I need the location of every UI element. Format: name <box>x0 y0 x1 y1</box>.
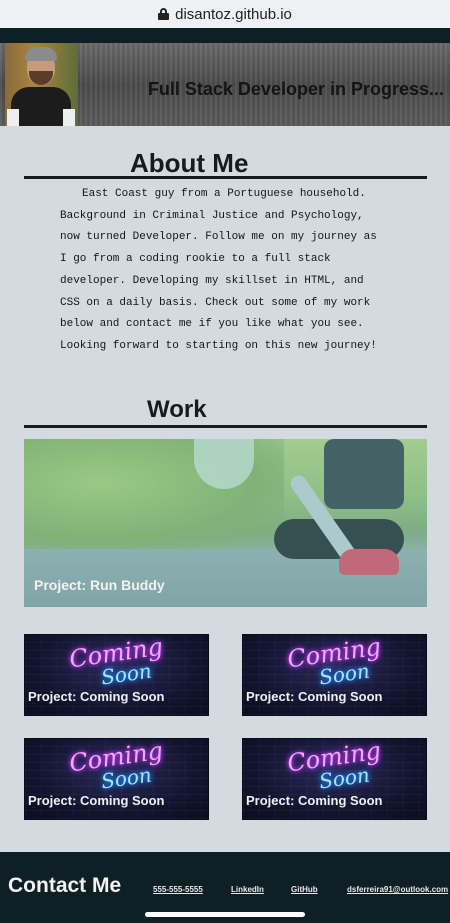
project-label: Project: Coming Soon <box>28 689 165 704</box>
work-divider <box>24 425 427 428</box>
lock-icon <box>158 8 170 20</box>
project-label: Project: Coming Soon <box>246 793 383 808</box>
github-link[interactable]: GitHub <box>291 885 318 894</box>
phone-link[interactable]: 555-555-5555 <box>153 885 203 894</box>
project-coming-soon-card[interactable]: Coming Soon Project: Coming Soon <box>24 738 209 820</box>
contact-heading: Contact Me <box>8 874 122 897</box>
profile-photo <box>5 43 78 126</box>
project-run-buddy-card[interactable]: Project: Run Buddy <box>24 439 427 607</box>
email-link[interactable]: dsferreira91@outlook.com <box>347 885 448 894</box>
about-paragraph: East Coast guy from a Portuguese househo… <box>60 188 377 352</box>
project-label: Project: Run Buddy <box>34 577 165 593</box>
site-title: Full Stack Developer in Progress... <box>147 79 444 99</box>
about-divider <box>24 176 427 179</box>
home-indicator[interactable] <box>145 912 305 917</box>
project-coming-soon-card[interactable]: Coming Soon Project: Coming Soon <box>242 634 427 716</box>
project-label: Project: Coming Soon <box>246 689 383 704</box>
linkedin-link[interactable]: LinkedIn <box>231 885 264 894</box>
url-text: disantoz.github.io <box>175 5 292 23</box>
project-coming-soon-card[interactable]: Coming Soon Project: Coming Soon <box>242 738 427 820</box>
project-coming-soon-card[interactable]: Coming Soon Project: Coming Soon <box>24 634 209 716</box>
site-header: Full Stack Developer in Progress... <box>0 43 450 126</box>
project-label: Project: Coming Soon <box>28 793 165 808</box>
about-heading: About Me <box>130 148 249 178</box>
top-nav-strip <box>0 28 450 43</box>
work-heading: Work <box>147 396 207 423</box>
browser-address-bar[interactable]: disantoz.github.io <box>0 0 450 28</box>
